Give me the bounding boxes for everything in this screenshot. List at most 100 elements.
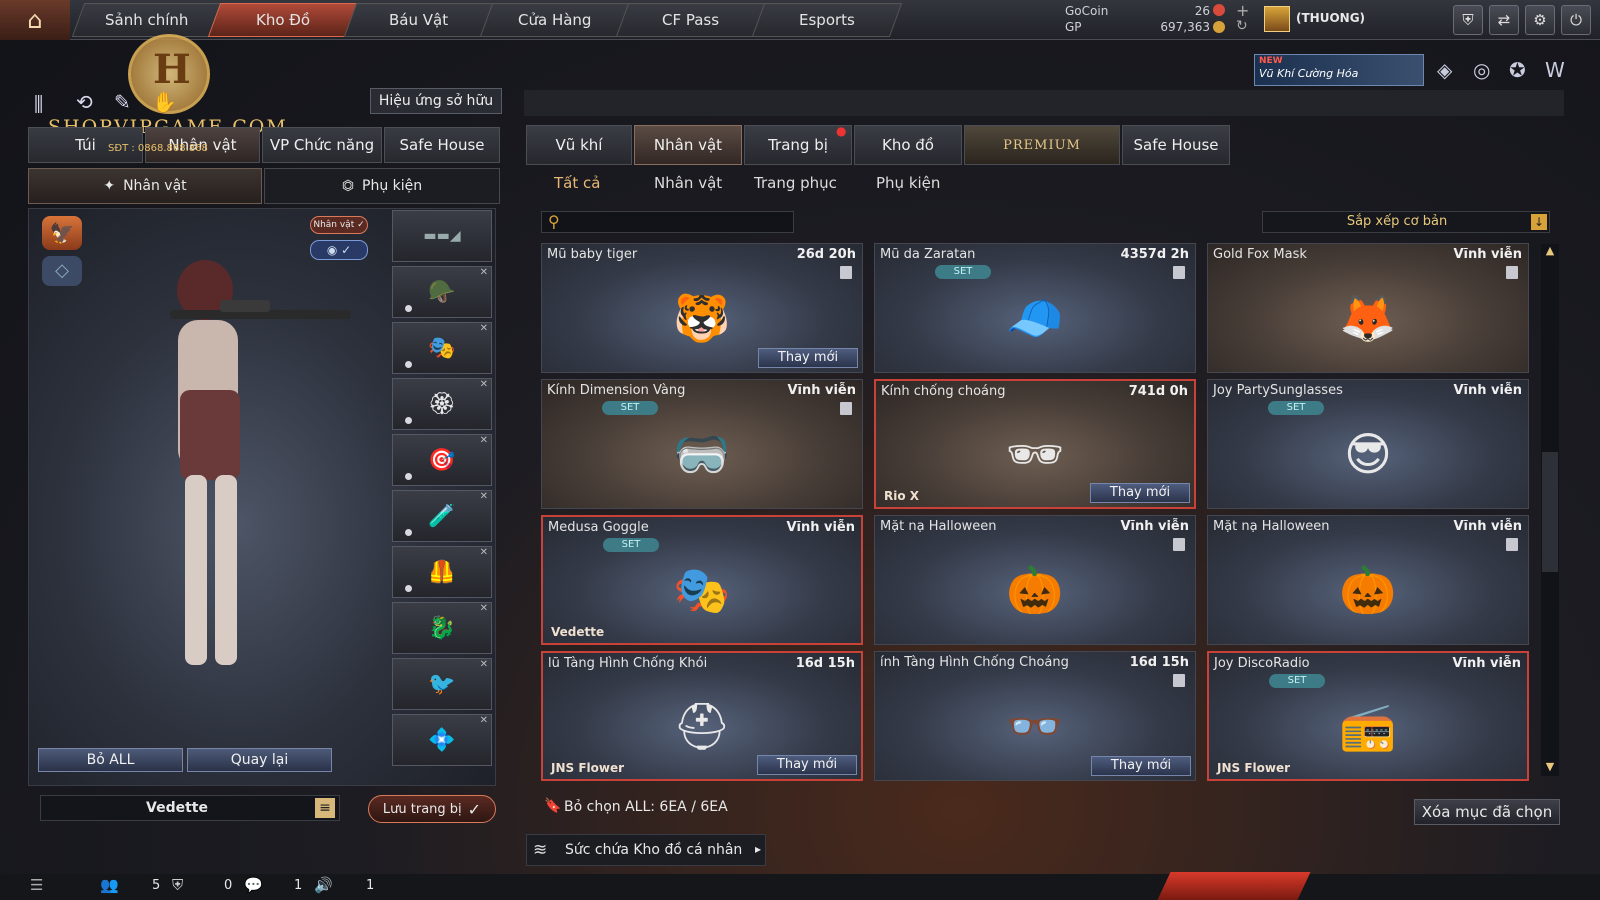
slot-spray[interactable]: 🐉 ✕ bbox=[392, 602, 492, 654]
trash-icon[interactable] bbox=[840, 266, 852, 279]
gocoin-label: GoCoin bbox=[1065, 4, 1109, 18]
nav-tab-treasure[interactable]: Báu Vật bbox=[343, 3, 495, 37]
nav-tab-shop[interactable]: Cửa Hàng bbox=[479, 3, 631, 37]
item-card[interactable]: Mặt nạ Halloween Vĩnh viễn 🎃 bbox=[1207, 515, 1529, 645]
slot-pet[interactable]: 🐦 ✕ bbox=[392, 658, 492, 710]
promo-banner[interactable]: NEW Vũ Khí Cường Hóa bbox=[1254, 54, 1424, 86]
history-icon[interactable]: ⟲ bbox=[76, 90, 93, 114]
search-input[interactable] bbox=[570, 214, 790, 230]
category-all[interactable]: Tất cả bbox=[554, 174, 600, 192]
nav-tab-inventory[interactable]: Kho Đồ bbox=[207, 3, 359, 37]
nav-tab-cf-pass[interactable]: CF Pass bbox=[615, 3, 767, 37]
event-icon-4[interactable]: W bbox=[1545, 58, 1565, 82]
exit-room-icon[interactable]: ⇄ bbox=[1489, 5, 1519, 35]
speaker-icon[interactable]: 🔊 bbox=[314, 876, 333, 894]
list-icon[interactable]: ☰ bbox=[30, 876, 43, 894]
search-box[interactable]: ⚲ bbox=[541, 211, 794, 233]
item-card[interactable]: Gold Fox Mask Vĩnh viễn 🦊 bbox=[1207, 243, 1529, 373]
owned-effect-button[interactable]: Hiệu ứng sở hữu bbox=[370, 88, 502, 114]
event-icon-2[interactable]: ◎ bbox=[1473, 58, 1490, 82]
item-card[interactable]: Joy PartySunglasses Vĩnh viễn SET 😎 bbox=[1207, 379, 1529, 509]
item-card[interactable]: Kính chống choáng 741d 0h 🕶 Rio X Thay mới bbox=[874, 379, 1196, 509]
remove-icon[interactable]: ✕ bbox=[480, 323, 488, 334]
trash-icon[interactable] bbox=[1173, 674, 1185, 687]
replace-button[interactable]: Thay mới bbox=[758, 348, 858, 368]
event-icon-3[interactable]: ✪ bbox=[1509, 58, 1526, 82]
remove-icon[interactable]: ✕ bbox=[480, 379, 488, 390]
remove-icon[interactable]: ✕ bbox=[480, 715, 488, 726]
item-card[interactable]: Mũ baby tiger 26d 20h 🐯 Thay mới bbox=[541, 243, 863, 373]
gear-icon[interactable]: ⚙ bbox=[1525, 5, 1555, 35]
item-card[interactable]: ính Tàng Hình Chống Choáng 16d 15h 👓 Thay m… bbox=[874, 651, 1196, 781]
clan-icon[interactable]: ⛨ bbox=[172, 876, 183, 894]
category-costume[interactable]: Trang phục bbox=[754, 174, 837, 192]
tab-premium[interactable]: PREMIUM bbox=[964, 125, 1120, 165]
trash-icon[interactable] bbox=[1506, 266, 1518, 279]
character-badge[interactable]: Nhân vật ✓ bbox=[310, 216, 368, 234]
remove-icon[interactable]: ✕ bbox=[480, 491, 488, 502]
home-icon[interactable]: ⌂ bbox=[0, 0, 70, 40]
nav-tab-lobby[interactable]: Sảnh chính bbox=[71, 3, 223, 37]
capacity-bar[interactable]: ≋ Sức chứa Kho đồ cá nhân ▸ bbox=[526, 834, 766, 866]
delete-selected-button[interactable]: Xóa mục đã chọn bbox=[1414, 799, 1560, 825]
item-card[interactable]: Joy DiscoRadio Vĩnh viễn SET 📻 JNS Flower bbox=[1207, 651, 1529, 781]
slot-grenade[interactable]: 🧪 ✕ bbox=[392, 490, 492, 542]
slot-mask[interactable]: 🎭 ✕ bbox=[392, 322, 492, 374]
subtab-character[interactable]: ✦ Nhân vật bbox=[28, 168, 262, 204]
item-card[interactable]: lũ Tàng Hình Chống Khói 16d 15h ⛑ JNS Flowe… bbox=[541, 651, 863, 781]
stats-icon[interactable]: ⫼ bbox=[34, 92, 43, 116]
slot-helmet[interactable]: 🪖 ✕ bbox=[392, 266, 492, 318]
trash-icon[interactable] bbox=[1173, 266, 1185, 279]
chat-icon[interactable]: 💬 bbox=[244, 876, 263, 894]
character-edit-icon[interactable]: ✎ bbox=[114, 90, 131, 114]
nav-tab-esports[interactable]: Esports bbox=[751, 3, 903, 37]
replace-button[interactable]: Thay mới bbox=[757, 755, 857, 775]
slot-vest[interactable]: 🦺 ✕ bbox=[392, 546, 492, 598]
slot-emblem[interactable]: 🏵 ✕ bbox=[392, 378, 492, 430]
subtab-accessory[interactable]: ⏣ Phụ kiện bbox=[264, 168, 500, 204]
remove-icon[interactable]: ✕ bbox=[480, 435, 488, 446]
item-card[interactable]: Mũ da Zaratan 4357d 2h SET 🧢 bbox=[874, 243, 1196, 373]
character-name-field[interactable]: Vedette ≡ bbox=[40, 795, 340, 821]
save-equipment-button[interactable]: Lưu trang bị ✓ bbox=[368, 795, 496, 823]
category-accessory[interactable]: Phụ kiện bbox=[876, 174, 940, 192]
tab-character[interactable]: Nhân vật bbox=[634, 125, 742, 165]
bookmark-icon[interactable]: 🔖 bbox=[544, 798, 561, 814]
slot-device[interactable]: 💠 ✕ bbox=[392, 714, 492, 766]
event-icon-1[interactable]: ◈ bbox=[1437, 58, 1452, 82]
scrollbar-thumb[interactable] bbox=[1542, 452, 1558, 572]
sort-dropdown[interactable]: Sắp xếp cơ bản ↓ bbox=[1262, 211, 1550, 233]
left-tab-vp-function[interactable]: VP Chức năng bbox=[262, 127, 382, 163]
tab-weapon[interactable]: Vũ khí bbox=[526, 125, 632, 165]
power-icon[interactable]: ⏻ bbox=[1561, 5, 1591, 35]
team-emblem-icon[interactable]: 🦅 bbox=[42, 216, 82, 250]
remove-icon[interactable]: ✕ bbox=[480, 659, 488, 670]
trash-icon[interactable] bbox=[1173, 538, 1185, 551]
remove-icon[interactable]: ✕ bbox=[480, 603, 488, 614]
item-card[interactable]: Kính Dimension Vàng Vĩnh viễn SET 🥽 bbox=[541, 379, 863, 509]
back-button[interactable]: Quay lại bbox=[187, 748, 332, 772]
friends-icon[interactable]: 👥 bbox=[100, 876, 119, 894]
remove-icon[interactable]: ✕ bbox=[480, 547, 488, 558]
remove-icon[interactable]: ✕ bbox=[480, 267, 488, 278]
category-character[interactable]: Nhân vật bbox=[654, 174, 722, 192]
item-card[interactable]: Mặt nạ Halloween Vĩnh viễn 🎃 bbox=[874, 515, 1196, 645]
scroll-down-icon[interactable]: ▼ bbox=[1542, 760, 1558, 776]
alt-team-icon[interactable]: ◇ bbox=[42, 256, 82, 286]
scroll-up-icon[interactable]: ▲ bbox=[1542, 244, 1558, 260]
trash-icon[interactable] bbox=[1506, 538, 1518, 551]
item-card[interactable]: Medusa Goggle Vĩnh viễn SET 🎭 Vedette bbox=[541, 515, 863, 645]
menu-icon[interactable]: ≡ bbox=[315, 798, 335, 818]
replace-button[interactable]: Thay mới bbox=[1090, 483, 1190, 503]
hand-icon[interactable]: ✋ bbox=[152, 90, 177, 114]
slot-primary-weapon[interactable]: ▬▬◢ bbox=[392, 210, 492, 262]
replace-button[interactable]: Thay mới bbox=[1091, 756, 1191, 776]
shield-icon[interactable]: ⛨ bbox=[1453, 5, 1483, 35]
remove-all-button[interactable]: Bỏ ALL bbox=[38, 748, 183, 772]
slot-badge[interactable]: 🎯 ✕ bbox=[392, 434, 492, 486]
tab-storage[interactable]: Kho đồ bbox=[854, 125, 962, 165]
tab-safe-house[interactable]: Safe House bbox=[1122, 125, 1230, 165]
trash-icon[interactable] bbox=[840, 402, 852, 415]
left-tab-safe-house[interactable]: Safe House bbox=[384, 127, 500, 163]
refresh-icon[interactable]: ↻ bbox=[1236, 18, 1248, 34]
